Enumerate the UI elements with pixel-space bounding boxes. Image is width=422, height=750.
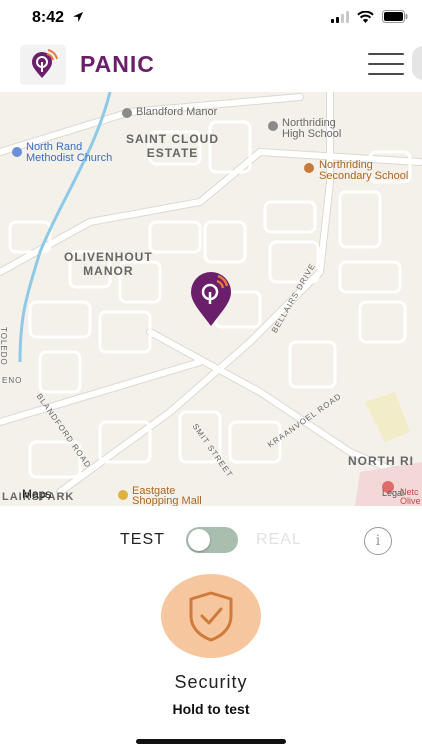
label-edge-road: ENO <box>2 376 23 385</box>
panic-controls: TEST REAL i Security Hold to test <box>0 506 422 750</box>
app-title: PANIC <box>80 51 155 77</box>
edge-element <box>412 46 422 80</box>
status-time: 8:42 <box>32 9 65 26</box>
poi-north-rand-church <box>12 147 22 157</box>
button-label: Security <box>174 672 248 692</box>
map-legal-link[interactable]: Legal <box>382 488 404 498</box>
battery-icon <box>382 10 408 23</box>
label-north-rand-church: North Rand Methodist Church <box>26 141 113 164</box>
poi-northriding-high <box>268 121 278 131</box>
label-olivenhout-manor: OLIVENHOUT MANOR <box>64 250 153 278</box>
toggle-knob <box>188 529 210 551</box>
hamburger-menu-icon[interactable] <box>368 53 404 77</box>
wifi-icon <box>357 10 374 23</box>
poi-eastgate-mall <box>118 490 128 500</box>
hold-hint: Hold to test <box>172 701 250 717</box>
label-eastgate-mall: Eastgate Shopping Mall <box>132 485 202 507</box>
label-toledo: TOLEDO <box>0 327 8 366</box>
label-northriding-secondary: Northriding Secondary School <box>319 159 409 182</box>
poi-northriding-secondary <box>304 163 314 173</box>
map-pin-icon[interactable] <box>189 270 233 328</box>
poi-blandford-manor <box>122 108 132 118</box>
location-arrow-icon <box>73 12 83 22</box>
label-north-rio: NORTH RI <box>348 454 414 468</box>
maps-brand-logo: Maps <box>22 487 52 501</box>
mode-test-label[interactable]: TEST <box>120 531 165 549</box>
mode-real-label[interactable]: REAL <box>256 531 302 549</box>
app-header: PANIC <box>0 38 422 92</box>
shield-check-icon <box>189 591 233 642</box>
app-logo <box>20 45 66 85</box>
label-northriding-high: Northriding High School <box>282 117 342 140</box>
signal-icon <box>331 10 349 23</box>
security-panic-button[interactable] <box>161 574 261 658</box>
label-saint-cloud-estate: SAINT CLOUD ESTATE <box>126 132 219 160</box>
home-indicator[interactable] <box>136 739 286 744</box>
info-icon[interactable]: i <box>364 527 392 555</box>
status-bar: 8:42 <box>0 0 422 38</box>
panic-logo-icon <box>32 49 58 78</box>
label-blandford-manor: Blandford Manor <box>136 106 218 118</box>
map-view[interactable]: Blandford Manor SAINT CLOUD ESTATE North… <box>0 92 422 506</box>
mode-toggle[interactable] <box>186 527 238 553</box>
